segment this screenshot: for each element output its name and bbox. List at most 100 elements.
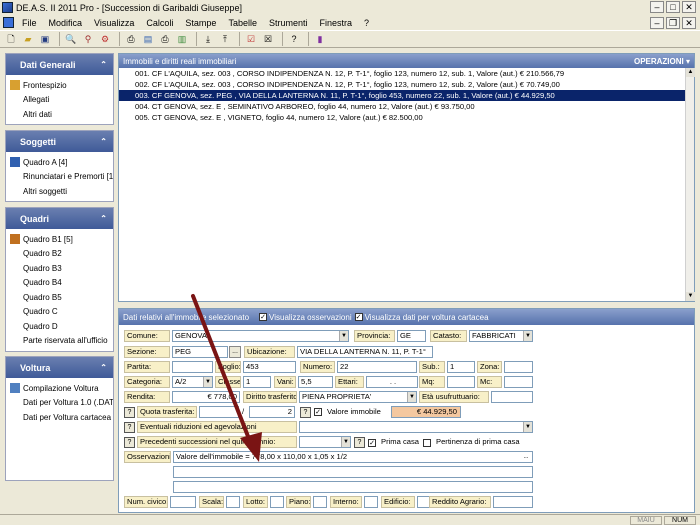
list-item[interactable]: 004. CT GENOVA, sez. E , SEMINATIVO ARBO… <box>119 101 687 112</box>
print-setup-icon[interactable]: ⎙ <box>158 32 172 46</box>
sidebar-item-quadro-d[interactable]: Quadro D <box>6 319 113 334</box>
list-item[interactable]: 001. CF L'AQUILA, sez. 003 , CORSO INDIP… <box>119 68 687 79</box>
section-header[interactable]: Quadri ⌃ <box>6 208 113 229</box>
chevron-down-icon[interactable]: ▼ <box>407 392 416 402</box>
precedenti-field[interactable]: ▼ <box>299 436 351 448</box>
print-preview-icon[interactable]: ▤ <box>141 32 155 46</box>
extra-field-2[interactable] <box>173 481 533 493</box>
help-icon[interactable]: ? <box>287 32 301 46</box>
section-header[interactable]: Soggetti ⌃ <box>6 131 113 152</box>
sidebar-item-quadro-b2[interactable]: Quadro B2 <box>6 247 113 262</box>
ettari-field[interactable]: . . <box>366 376 418 388</box>
download-icon[interactable]: ⤓ <box>201 32 215 46</box>
collapse-icon[interactable]: ⌃ <box>100 214 107 223</box>
sidebar-item-altri-dati[interactable]: Altri dati <box>6 107 113 122</box>
interno-field[interactable] <box>364 496 378 508</box>
open-folder-icon[interactable]: ▰ <box>21 32 35 46</box>
checklist-icon[interactable]: ☒ <box>261 32 275 46</box>
numero-field[interactable]: 22 <box>337 361 417 373</box>
scala-field[interactable] <box>226 496 240 508</box>
child-restore-icon[interactable]: ❐ <box>666 17 680 29</box>
menu-visualizza[interactable]: Visualizza <box>88 18 140 28</box>
list-item-selected[interactable]: 003. CF GENOVA, sez. PEG , VIA DELLA LAN… <box>119 90 687 101</box>
chevron-down-icon[interactable]: ▼ <box>203 377 212 387</box>
valore-help-button[interactable]: ? <box>300 407 311 418</box>
sidebar-item-quadro-c[interactable]: Quadro C <box>6 305 113 320</box>
zona-field[interactable] <box>504 361 533 373</box>
child-minimize-icon[interactable]: – <box>650 17 664 29</box>
operazioni-menu[interactable]: OPERAZIONI ▾ <box>634 57 690 66</box>
sub-field[interactable]: 1 <box>447 361 475 373</box>
sidebar-item-quadro-b5[interactable]: Quadro B5 <box>6 290 113 305</box>
chevron-down-icon[interactable]: ▼ <box>341 437 350 447</box>
collapse-icon[interactable]: ⌃ <box>100 363 107 372</box>
valore-field[interactable]: € 44.929,50 <box>391 406 461 418</box>
valore-checkbox[interactable]: ✓ <box>314 408 322 416</box>
comune-field[interactable]: GENOVA ▼ <box>172 330 349 342</box>
section-header[interactable]: Voltura ⌃ <box>6 357 113 378</box>
sidebar-item-altri-soggetti[interactable]: Altri soggetti <box>6 184 113 199</box>
search-icon[interactable]: 🔍 <box>64 32 78 46</box>
document-icon[interactable] <box>3 17 14 28</box>
quota-numerator-field[interactable] <box>199 406 239 418</box>
checkbox-osservazioni[interactable]: ✓ <box>259 313 268 321</box>
quota-denominator-field[interactable]: 2 <box>249 406 295 418</box>
sidebar-item-compilazione-voltura[interactable]: Compilazione Voltura <box>6 381 113 396</box>
section-header[interactable]: Dati Generali ⌃ <box>6 54 113 75</box>
menu-calcoli[interactable]: Calcoli <box>140 18 179 28</box>
minimize-icon[interactable]: – <box>650 1 664 13</box>
prima-casa-checkbox[interactable]: ✓ <box>368 439 376 447</box>
quota-help-button[interactable]: ? <box>124 407 135 418</box>
menu-stampe[interactable]: Stampe <box>179 18 222 28</box>
sidebar-item-parte-riservata[interactable]: Parte riservata all'ufficio <box>6 334 113 349</box>
classe-field[interactable]: 1 <box>243 376 271 388</box>
osservazioni-field[interactable]: Valore dell'immobile = 778,00 x 110,00 x… <box>173 451 533 463</box>
vani-field[interactable]: 5,5 <box>298 376 333 388</box>
catasto-field[interactable]: FABBRICATI ▼ <box>469 330 533 342</box>
scrollbar[interactable]: ▲ ▼ <box>685 68 695 301</box>
chevron-down-icon[interactable]: ▼ <box>523 331 532 341</box>
scroll-up-icon[interactable]: ▲ <box>686 68 695 77</box>
print-icon[interactable]: ⎙ <box>124 32 138 46</box>
maximize-icon[interactable]: □ <box>666 1 680 13</box>
provincia-field[interactable]: GE <box>397 330 426 342</box>
menu-strumenti[interactable]: Strumenti <box>263 18 314 28</box>
menu-tabelle[interactable]: Tabelle <box>222 18 263 28</box>
sidebar-item-rinunciatari[interactable]: Rinunciatari e Premorti [1] <box>6 170 113 185</box>
check-icon[interactable]: ☑ <box>244 32 258 46</box>
export-icon[interactable]: ▥ <box>175 32 189 46</box>
prima-casa-help-button[interactable]: ? <box>354 437 365 448</box>
child-close-icon[interactable]: ✕ <box>682 17 696 29</box>
upload-icon[interactable]: ⤒ <box>218 32 232 46</box>
menu-help[interactable]: ? <box>358 18 375 28</box>
save-icon[interactable]: ▣ <box>38 32 52 46</box>
chevron-down-icon[interactable]: ▼ <box>339 331 348 341</box>
categoria-field[interactable]: A/2 ▼ <box>172 376 213 388</box>
eta-field[interactable] <box>491 391 533 403</box>
menu-finestra[interactable]: Finestra <box>313 18 358 28</box>
num-civico-field[interactable] <box>170 496 196 508</box>
sidebar-item-quadro-b3[interactable]: Quadro B3 <box>6 261 113 276</box>
ubicazione-field[interactable]: VIA DELLA LANTERNA N. 11, P. T-1° <box>297 346 433 358</box>
rendita-field[interactable]: € 778,00 <box>172 391 240 403</box>
mc-field[interactable] <box>504 376 533 388</box>
list-item[interactable]: 005. CT GENOVA, sez. E , VIGNETO, foglio… <box>119 112 687 123</box>
sidebar-item-frontespizio[interactable]: Frontespizio <box>6 78 113 93</box>
new-file-icon[interactable]: 🗋 <box>4 32 18 46</box>
close-icon[interactable]: ✕ <box>682 1 696 13</box>
collapse-icon[interactable]: ⌃ <box>100 60 107 69</box>
mq-field[interactable] <box>447 376 475 388</box>
piano-field[interactable] <box>313 496 327 508</box>
collapse-icon[interactable]: ⌃ <box>100 137 107 146</box>
scroll-down-icon[interactable]: ▼ <box>686 292 695 301</box>
sidebar-item-quadro-a[interactable]: Quadro A [4] <box>6 155 113 170</box>
diritto-field[interactable]: PIENA PROPRIETA' ▼ <box>299 391 417 403</box>
sidebar-item-quadro-b1[interactable]: Quadro B1 [5] <box>6 232 113 247</box>
calculate-icon[interactable]: ⚙ <box>98 32 112 46</box>
precedenti-help-button[interactable]: ? <box>124 437 135 448</box>
riduzioni-help-button[interactable]: ? <box>124 422 135 433</box>
pertinenza-checkbox[interactable] <box>423 439 431 447</box>
list-item[interactable]: 002. CF L'AQUILA, sez. 003 , CORSO INDIP… <box>119 79 687 90</box>
exit-icon[interactable]: ▮ <box>313 32 327 46</box>
sidebar-item-quadro-b4[interactable]: Quadro B4 <box>6 276 113 291</box>
